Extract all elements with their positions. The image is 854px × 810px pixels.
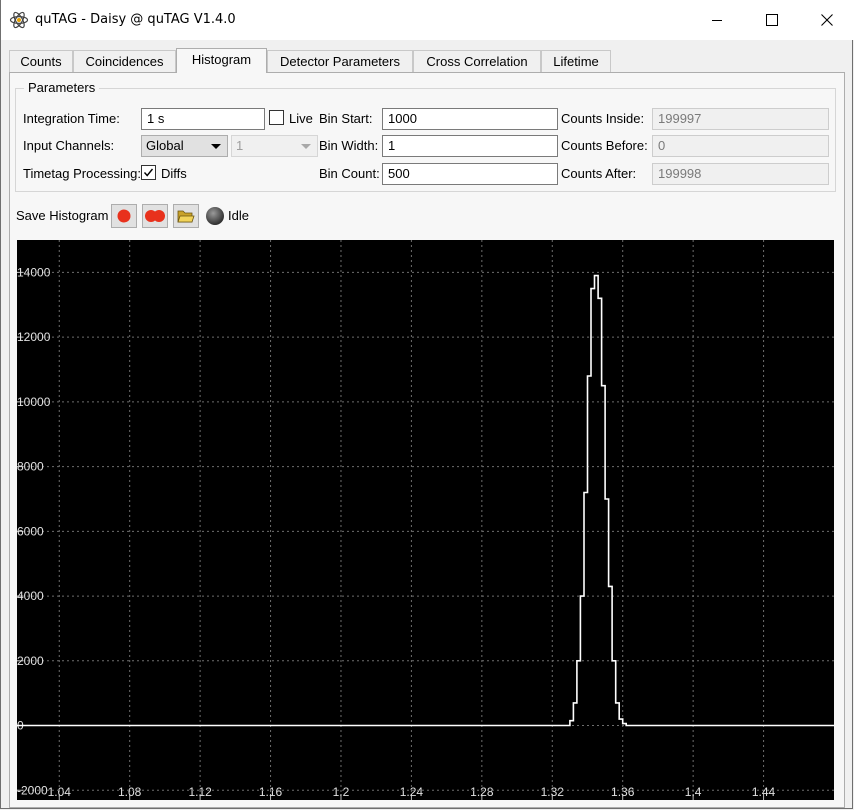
counts-before-label: Counts Before: [561, 138, 648, 153]
bin-width-label: Bin Width: [319, 138, 379, 153]
app-window: quTAG - Daisy @ quTAG V1.4.0 Counts Coin… [0, 0, 854, 809]
counts-inside-field: 199997 [652, 108, 829, 130]
parameters-group-title: Parameters [24, 80, 100, 95]
record-button[interactable] [111, 204, 137, 228]
window-title: quTAG - Daisy @ quTAG V1.4.0 [35, 12, 236, 27]
tab-counts[interactable]: Counts [9, 50, 73, 72]
tab-detector-parameters[interactable]: Detector Parameters [267, 50, 413, 72]
checkmark-icon [143, 168, 154, 177]
input-channels-dropdown[interactable]: Global [141, 135, 228, 157]
input-channels-label: Input Channels: [23, 138, 115, 153]
x-tick-label: 1.08 [118, 785, 142, 799]
y-tick-label: 2000 [17, 654, 44, 668]
timetag-processing-label: Timetag Processing: [23, 166, 142, 181]
y-tick-label: 6000 [17, 524, 44, 538]
tab-coincidences[interactable]: Coincidences [73, 50, 176, 72]
close-button[interactable] [804, 0, 850, 40]
x-tick-label: 1.24 [400, 785, 424, 799]
minimize-icon [712, 20, 722, 21]
record-icon [117, 209, 131, 223]
bin-start-label: Bin Start: [319, 111, 373, 126]
diffs-label: Diffs [161, 166, 187, 181]
x-tick-label: 1.44 [752, 785, 776, 799]
y-tick-label: -2000 [17, 783, 48, 797]
channel-dropdown: 1 [231, 135, 318, 157]
x-tick-label: 1.04 [48, 785, 72, 799]
live-checkbox[interactable] [269, 110, 284, 125]
record-multiple-button[interactable] [142, 204, 168, 228]
maximize-button[interactable] [749, 0, 795, 40]
counts-after-label: Counts After: [561, 166, 637, 181]
tab-histogram[interactable]: Histogram [176, 48, 267, 73]
parameters-group: Parameters Integration Time: 1 s Live Bi… [15, 80, 836, 192]
chevron-down-icon [301, 144, 311, 149]
diffs-checkbox[interactable] [141, 165, 156, 180]
chevron-down-icon [211, 144, 221, 149]
live-label: Live [289, 111, 313, 126]
bin-count-field[interactable]: 500 [382, 163, 558, 185]
status-led-icon [206, 207, 224, 225]
counts-before-field: 0 [652, 135, 829, 157]
histogram-trace [17, 274, 834, 727]
y-tick-label: 4000 [17, 589, 44, 603]
atom-icon [9, 11, 29, 29]
status-text: Idle [228, 208, 249, 223]
input-channels-value: Global [146, 138, 184, 153]
minimize-button[interactable] [694, 0, 740, 40]
x-tick-label: 1.36 [611, 785, 635, 799]
folder-open-icon [177, 210, 195, 223]
channel-value: 1 [236, 138, 244, 153]
integration-time-field[interactable]: 1 s [141, 108, 265, 130]
x-tick-label: 1.2 [333, 785, 350, 799]
x-tick-label: 1.12 [188, 785, 212, 799]
bin-count-label: Bin Count: [319, 166, 380, 181]
maximize-icon [766, 14, 778, 26]
close-icon [821, 14, 833, 26]
x-tick-label: 1.32 [541, 785, 565, 799]
open-folder-button[interactable] [173, 204, 199, 228]
x-tick-label: 1.16 [259, 785, 283, 799]
histogram-tab-pane: Parameters Integration Time: 1 s Live Bi… [9, 72, 845, 808]
tab-cross-correlation[interactable]: Cross Correlation [413, 50, 541, 72]
bin-width-field[interactable]: 1 [382, 135, 558, 157]
counts-after-field: 199998 [652, 163, 829, 185]
save-histogram-label: Save Histogram [16, 208, 109, 223]
y-tick-label: 14000 [17, 265, 51, 279]
tab-lifetime[interactable]: Lifetime [541, 50, 611, 72]
counts-inside-label: Counts Inside: [561, 111, 645, 126]
histogram-chart: 1.04 1.08 1.12 1.16 1.2 1.24 1.28 1.32 1.36 1.4 1.… [17, 240, 834, 800]
x-tick-label: 1.4 [685, 785, 702, 799]
bin-start-field[interactable]: 1000 [382, 108, 558, 130]
y-tick-label: 10000 [17, 395, 51, 409]
histogram-plot[interactable]: 1.04 1.08 1.12 1.16 1.2 1.24 1.28 1.32 1.36 1.4 1.… [17, 240, 834, 800]
x-tick-label: 1.28 [470, 785, 494, 799]
y-tick-label: 8000 [17, 460, 44, 474]
title-bar[interactable]: quTAG - Daisy @ quTAG V1.4.0 [1, 0, 854, 40]
integration-time-label: Integration Time: [23, 111, 120, 126]
y-tick-label: 12000 [17, 330, 51, 344]
record-multiple-icon [145, 210, 165, 222]
